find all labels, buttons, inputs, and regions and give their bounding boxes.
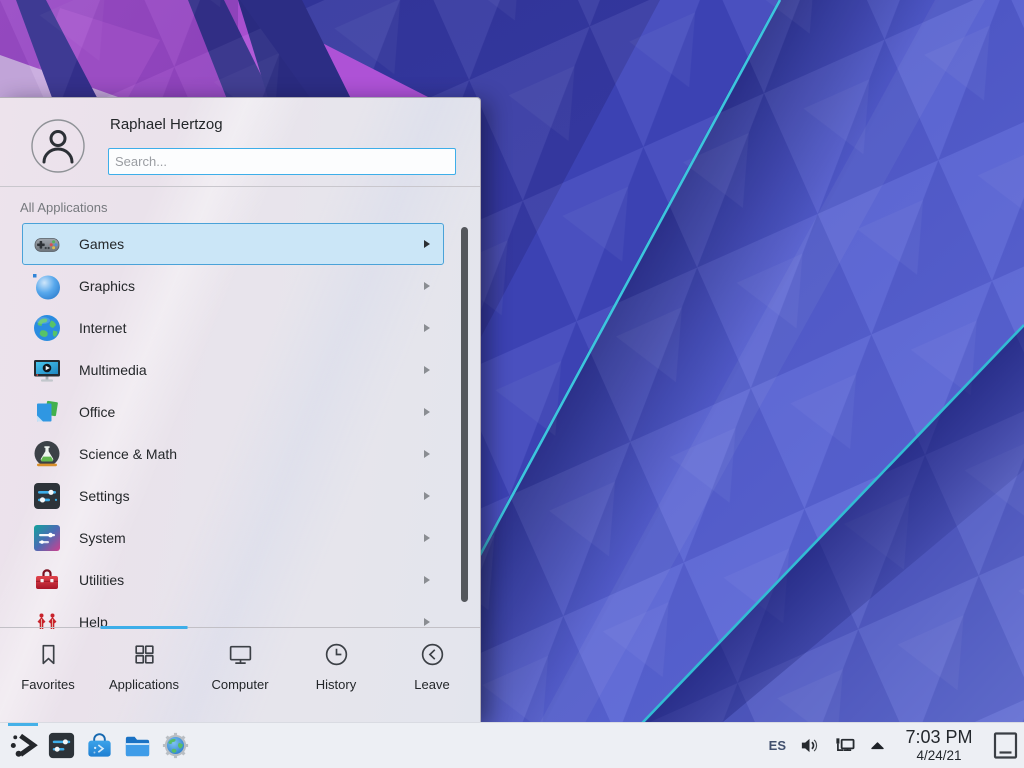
tab-history[interactable]: History [288, 628, 384, 722]
history-icon [323, 641, 350, 668]
tab-label: Applications [109, 677, 179, 692]
keyboard-layout-indicator[interactable]: ES [769, 738, 786, 753]
search-input[interactable] [108, 148, 456, 175]
desktop: Raphael Hertzog All Applications Games Gr… [0, 0, 1024, 768]
tab-label: Computer [211, 677, 268, 692]
digital-clock[interactable]: 7:03 PM 4/24/21 [899, 728, 979, 763]
volume-icon[interactable] [799, 735, 820, 756]
category-item-help[interactable]: Help [22, 601, 444, 629]
category-list: Games Graphics Internet Multimedia Office Sci… [0, 223, 458, 629]
category-label: Games [79, 236, 124, 252]
tray-expander-icon[interactable] [869, 737, 886, 754]
taskbar-web-browser-button[interactable] [156, 723, 194, 768]
taskbar-file-manager-button[interactable] [118, 723, 156, 768]
category-item-multimedia[interactable]: Multimedia [22, 349, 444, 391]
category-label: Graphics [79, 278, 135, 294]
discover-icon [84, 730, 115, 761]
launcher-header: Raphael Hertzog [0, 98, 480, 187]
category-item-graphics[interactable]: Graphics [22, 265, 444, 307]
science-icon [31, 438, 63, 470]
graphics-icon [31, 270, 63, 302]
category-item-office[interactable]: Office [22, 391, 444, 433]
category-label: Science & Math [79, 446, 177, 462]
chevron-right-icon [424, 576, 430, 584]
clock-date: 4/24/21 [899, 749, 979, 763]
category-label: Internet [79, 320, 126, 336]
category-item-games[interactable]: Games [22, 223, 444, 265]
settings-icon [31, 480, 63, 512]
chevron-right-icon [424, 534, 430, 542]
tab-computer[interactable]: Computer [192, 628, 288, 722]
file-manager-icon [122, 730, 153, 761]
clock-time: 7:03 PM [899, 728, 979, 746]
category-item-internet[interactable]: Internet [22, 307, 444, 349]
chevron-right-icon [424, 366, 430, 374]
system-settings-icon [46, 730, 77, 761]
category-item-settings[interactable]: Settings [22, 475, 444, 517]
category-label: Multimedia [79, 362, 147, 378]
user-name: Raphael Hertzog [110, 116, 223, 133]
tab-label: Favorites [21, 677, 74, 692]
taskbar: ES [0, 722, 1024, 768]
applications-icon [131, 641, 158, 668]
tab-label: Leave [414, 677, 449, 692]
taskbar-system-settings-button[interactable] [42, 723, 80, 768]
taskbar-launchers [4, 723, 194, 768]
chevron-right-icon [424, 282, 430, 290]
category-item-utilities[interactable]: Utilities [22, 559, 444, 601]
system-icon [31, 522, 63, 554]
system-tray: ES [769, 728, 1019, 763]
category-item-science[interactable]: Science & Math [22, 433, 444, 475]
games-icon [31, 228, 63, 260]
web-browser-icon [160, 730, 191, 761]
chevron-right-icon [424, 240, 430, 248]
chevron-right-icon [424, 450, 430, 458]
category-item-system[interactable]: System [22, 517, 444, 559]
application-launcher-popup: Raphael Hertzog All Applications Games Gr… [0, 97, 481, 722]
computer-icon [227, 641, 254, 668]
tab-favorites[interactable]: Favorites [0, 628, 96, 722]
multimedia-icon [31, 354, 63, 386]
taskbar-discover-button[interactable] [80, 723, 118, 768]
chevron-right-icon [424, 408, 430, 416]
favorites-icon [35, 641, 62, 668]
chevron-right-icon [424, 618, 430, 626]
category-label: Office [79, 404, 115, 420]
tab-label: History [316, 677, 356, 692]
launcher-tabbar: Favorites Applications Computer History Leav… [0, 627, 480, 722]
network-icon[interactable] [833, 735, 856, 756]
tab-applications[interactable]: Applications [96, 628, 192, 722]
taskbar-app-launcher-button[interactable] [4, 723, 42, 768]
user-avatar[interactable] [31, 119, 85, 173]
tab-leave[interactable]: Leave [384, 628, 480, 722]
chevron-right-icon [424, 324, 430, 332]
category-label: Utilities [79, 572, 124, 588]
help-icon [31, 606, 63, 629]
internet-icon [31, 312, 63, 344]
office-icon [31, 396, 63, 428]
category-label: System [79, 530, 126, 546]
utilities-icon [31, 564, 63, 596]
chevron-right-icon [424, 492, 430, 500]
show-desktop-button[interactable] [992, 730, 1019, 761]
all-applications-label: All Applications [20, 200, 107, 215]
scrollbar-thumb[interactable] [461, 227, 468, 602]
app-launcher-icon [8, 730, 39, 761]
category-label: Settings [79, 488, 130, 504]
leave-icon [419, 641, 446, 668]
